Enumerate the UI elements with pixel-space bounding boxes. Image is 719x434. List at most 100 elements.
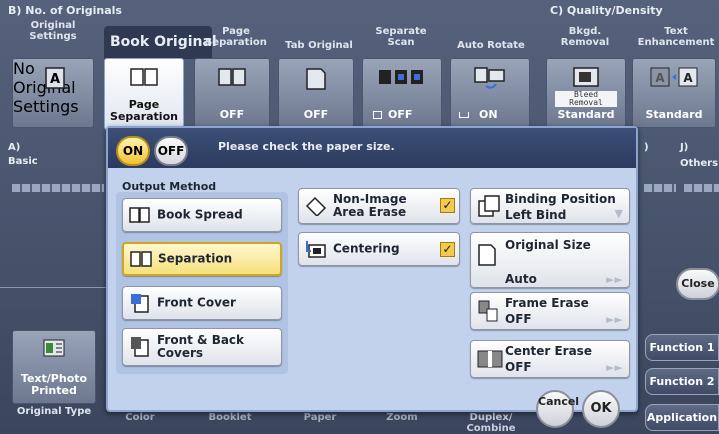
- tile-label: OFF: [303, 108, 329, 121]
- text-photo-icon: [43, 339, 65, 357]
- front-back-covers-button[interactable]: Front & Back Covers: [122, 328, 282, 366]
- ok-button[interactable]: OK: [582, 390, 620, 428]
- original-size-value: Auto: [505, 272, 537, 286]
- tile-label: Page Separation: [110, 98, 178, 123]
- page-icon: [478, 244, 496, 266]
- section-c-label: C) Quality/Density: [550, 4, 663, 17]
- off-button[interactable]: OFF: [154, 136, 188, 166]
- section-i-label: ): [644, 142, 649, 153]
- tab-application[interactable]: Application: [645, 404, 719, 431]
- binding-position-dropdown[interactable]: Binding Position Left Bind ▼: [470, 188, 630, 224]
- tile-original-type[interactable]: Text/Photo Printed: [12, 330, 96, 404]
- center-erase-label: Center Erase: [505, 344, 592, 358]
- caption-color: Color: [125, 412, 155, 423]
- tab-function-1[interactable]: Function 1: [645, 334, 719, 361]
- a-document-icon: A: [45, 67, 65, 89]
- button-label: Non-Image Area Erase: [333, 192, 407, 219]
- section-b-label: B) No. of Originals: [8, 4, 122, 17]
- tab-original-settings[interactable]: Original Settings: [12, 20, 94, 42]
- tile-label: Standard: [645, 108, 703, 121]
- tab-tab-original[interactable]: Tab Original: [282, 40, 356, 51]
- close-button[interactable]: Close: [676, 268, 719, 300]
- bleed-removal-badge: Bleed Removal: [555, 91, 617, 107]
- separation-icon: [130, 251, 152, 267]
- cancel-button[interactable]: Cancel: [536, 390, 579, 428]
- section-others-label[interactable]: Others: [680, 158, 718, 169]
- non-image-checkbox[interactable]: ✓: [440, 198, 455, 213]
- caption-duplex-combine: Duplex/ Combine: [466, 412, 516, 434]
- tile-label: OFF: [363, 109, 441, 121]
- tab-page-separation[interactable]: Page Separation: [200, 26, 272, 48]
- center-erase-button[interactable]: Center Erase OFF ►►: [470, 340, 630, 378]
- progress-bar-right: [684, 184, 719, 192]
- frame-erase-button[interactable]: Frame Erase OFF ►►: [470, 292, 630, 330]
- svg-text:A: A: [655, 71, 665, 85]
- tile-tab-original[interactable]: OFF: [278, 58, 354, 128]
- front-back-covers-icon: [131, 337, 149, 357]
- tile-label: Standard: [557, 108, 615, 121]
- centering-icon: [306, 241, 326, 258]
- tile-value: OFF: [388, 108, 413, 121]
- frame-erase-icon: [478, 300, 498, 322]
- caption-zoom: Zoom: [386, 412, 418, 423]
- chevron-down-icon: ▼: [614, 207, 623, 220]
- button-label: Front Cover: [157, 295, 236, 310]
- tile-page-separation-off[interactable]: OFF: [194, 58, 270, 128]
- double-chevron-icon: ►►: [606, 313, 623, 326]
- dialog-message: Please check the paper size.: [218, 140, 395, 153]
- checkbox-icon: [373, 111, 382, 119]
- front-cover-button[interactable]: Front Cover: [122, 286, 282, 320]
- frame-erase-value: OFF: [505, 312, 532, 326]
- tile-auto-rotate[interactable]: ON: [450, 58, 530, 128]
- binding-icon: [478, 195, 500, 217]
- button-label: Front & Back Covers: [157, 333, 245, 360]
- binding-label: Binding Position: [505, 192, 616, 206]
- center-erase-icon: [477, 350, 503, 368]
- original-size-button[interactable]: Original Size Auto ►►: [470, 232, 630, 288]
- section-j-label: J): [680, 142, 689, 153]
- tile-page-separation[interactable]: Page Separation: [104, 58, 184, 130]
- tile-label: Text/Photo Printed: [20, 372, 88, 397]
- tile-no-original-settings[interactable]: A No Original Settings: [12, 58, 94, 128]
- tab-separate-scan[interactable]: Separate Scan: [362, 26, 440, 48]
- tab-function-2[interactable]: Function 2: [645, 368, 719, 395]
- non-image-area-erase-button[interactable]: Non-Image Area Erase ✓: [298, 188, 460, 224]
- button-label: Centering: [333, 241, 400, 256]
- centering-button[interactable]: Centering ✓: [298, 232, 460, 266]
- progress-bar-mid: [644, 184, 676, 192]
- double-chevron-icon: ►►: [606, 273, 623, 286]
- tab-page-icon: [306, 68, 326, 90]
- frame-erase-label: Frame Erase: [505, 296, 589, 310]
- svg-text:A: A: [50, 72, 60, 87]
- binding-value: Left Bind: [505, 208, 567, 222]
- text-enhance-icon: AA: [650, 67, 698, 87]
- bleed-removal-icon: [573, 67, 599, 87]
- tab-bkgd-removal[interactable]: Bkgd. Removal: [546, 26, 624, 48]
- caption-paper: Paper: [303, 412, 337, 423]
- separation-button[interactable]: Separation: [122, 242, 282, 276]
- separate-scan-icon: [379, 70, 423, 84]
- section-a-label: A): [8, 142, 21, 153]
- open-book-icon: [129, 207, 150, 223]
- tab-text-enhancement[interactable]: Text Enhancement: [636, 26, 716, 48]
- copy-settings-screen: B) No. of Originals C) Quality/Density O…: [0, 0, 719, 434]
- divider: [0, 287, 106, 288]
- auto-rotate-icon: [474, 67, 505, 89]
- on-button[interactable]: ON: [116, 136, 150, 166]
- svg-text:A: A: [683, 71, 693, 85]
- tile-separate-scan[interactable]: OFF: [362, 58, 442, 128]
- book-icon: [218, 68, 246, 86]
- tile-label: OFF: [219, 108, 245, 121]
- centering-checkbox[interactable]: ✓: [440, 242, 455, 257]
- tile-text-enhancement[interactable]: AA Standard: [632, 58, 716, 128]
- center-erase-value: OFF: [505, 360, 532, 374]
- caption-booklet: Booklet: [208, 412, 252, 423]
- tab-auto-rotate[interactable]: Auto Rotate: [450, 40, 532, 51]
- book-spread-button[interactable]: Book Spread: [122, 198, 282, 232]
- diamond-page-icon: [305, 196, 327, 216]
- original-type-caption: Original Type: [16, 406, 92, 417]
- checkbox-icon: [459, 112, 469, 118]
- section-basic-label[interactable]: Basic: [8, 156, 38, 167]
- progress-bar-left: [12, 184, 104, 192]
- tile-bkgd-removal[interactable]: Bleed Removal Standard: [546, 58, 626, 128]
